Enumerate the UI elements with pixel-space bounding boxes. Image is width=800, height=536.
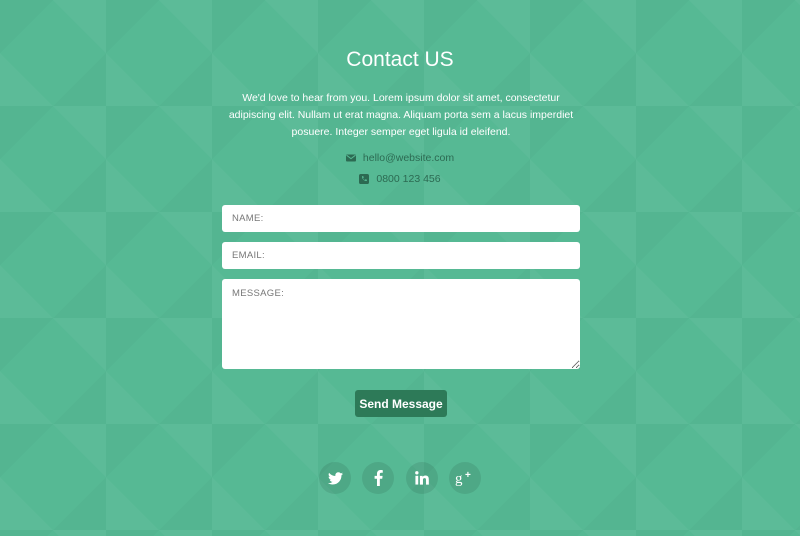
phone-icon xyxy=(359,174,370,184)
name-input[interactable] xyxy=(222,205,580,232)
message-textarea[interactable] xyxy=(222,279,580,369)
svg-text:+: + xyxy=(465,470,471,481)
envelope-icon xyxy=(345,153,356,163)
email-link[interactable]: hello@website.com xyxy=(363,151,454,165)
intro-text: We'd love to hear from you. Lorem ipsum … xyxy=(228,92,574,138)
page-title: Contact US xyxy=(346,48,454,71)
linkedin-icon[interactable] xyxy=(405,462,438,494)
send-message-button[interactable]: Send Message xyxy=(355,390,447,417)
phone-number: 0800 123 456 xyxy=(376,173,441,185)
facebook-icon[interactable] xyxy=(362,462,395,494)
contact-page: Contact US We'd love to hear from you. L… xyxy=(0,0,800,536)
contact-phone: 0800 123 456 xyxy=(0,172,800,186)
social-links: g + xyxy=(319,462,481,494)
twitter-icon[interactable] xyxy=(319,462,351,494)
contact-email: hello@website.com xyxy=(0,151,800,165)
svg-text:g: g xyxy=(455,471,463,486)
email-input[interactable] xyxy=(222,242,580,269)
google-plus-icon[interactable]: g + xyxy=(448,462,481,494)
